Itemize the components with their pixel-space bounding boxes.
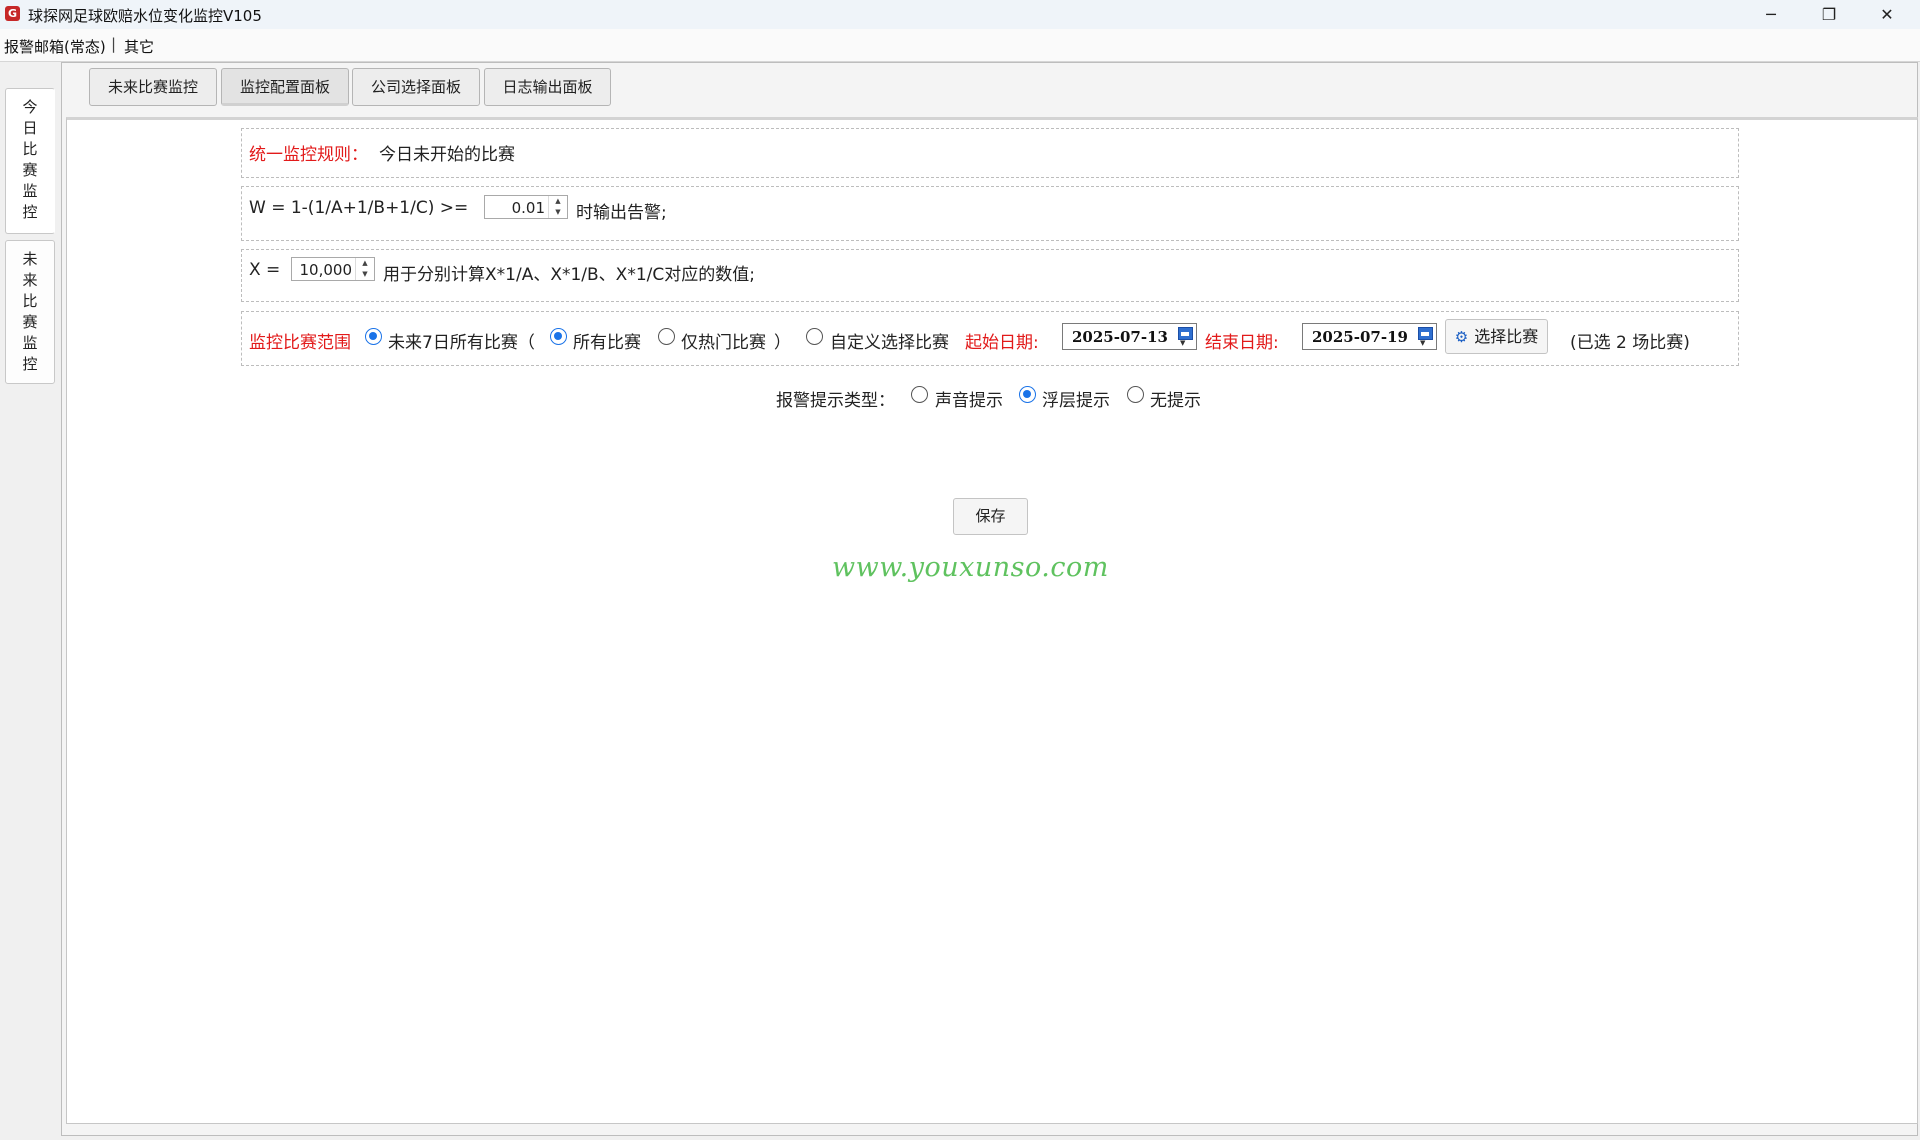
menu-separator: | (111, 35, 117, 53)
side-tab-char: 比 (22, 292, 38, 310)
spinner-arrows[interactable]: ▲ ▼ (548, 196, 567, 218)
side-tab-today-monitor[interactable]: 今 日 比 赛 监 控 (5, 88, 55, 234)
radio-future7[interactable] (365, 328, 382, 345)
radio-hot-matches[interactable] (658, 328, 675, 345)
selected-count: (已选 2 场比赛) (1570, 333, 1690, 353)
range-label: 监控比赛范围 (249, 333, 351, 353)
radio-alert-overlay-label[interactable]: 浮层提示 (1042, 386, 1110, 411)
range-close-paren: ） (774, 333, 791, 353)
w-threshold-spinner[interactable]: 0.01 ▲ ▼ (484, 195, 568, 219)
side-tab-char: 今 (22, 98, 38, 116)
spin-up-icon[interactable]: ▲ (549, 196, 567, 207)
tab-log-output[interactable]: 日志输出面板 (484, 68, 611, 106)
tab-monitor-config[interactable]: 监控配置面板 (221, 68, 349, 106)
watermark-text: www.youxunso.com (832, 552, 1109, 583)
menu-alarm-email[interactable]: 报警邮箱(常态) (4, 36, 106, 57)
x-amount-spinner[interactable]: 10,000 ▲ ▼ (291, 257, 375, 281)
w-threshold-value: 0.01 (511, 199, 545, 217)
tab-company-select[interactable]: 公司选择面板 (352, 68, 480, 106)
x-amount-value: 10,000 (299, 261, 353, 279)
x-formula-label: X = (249, 260, 281, 280)
w-formula-suffix: 时输出告警; (576, 203, 667, 223)
app-logo-icon: G (5, 6, 20, 21)
radio-all-matches[interactable] (550, 328, 567, 345)
radio-alert-sound-label[interactable]: 声音提示 (935, 386, 1003, 411)
side-tab-char: 监 (22, 334, 38, 352)
rule-value: 今日未开始的比赛 (379, 145, 515, 165)
end-date-picker[interactable]: 2025-07-19 ▼ (1302, 323, 1437, 350)
end-date-label: 结束日期: (1205, 333, 1279, 353)
radio-all-matches-label[interactable]: 所有比赛 (573, 328, 641, 353)
spinner-arrows[interactable]: ▲ ▼ (355, 258, 374, 280)
side-tab-char: 赛 (22, 161, 38, 179)
side-tab-char: 控 (22, 355, 38, 373)
select-matches-label: 选择比赛 (1474, 327, 1539, 346)
end-date-value: 2025-07-19 (1312, 328, 1408, 346)
spin-down-icon[interactable]: ▼ (549, 207, 567, 218)
radio-custom-matches-label[interactable]: 自定义选择比赛 (830, 328, 949, 353)
gear-icon: ⚙ (1454, 328, 1469, 346)
rule-label: 统一监控规则： (249, 145, 368, 165)
side-tab-char: 监 (22, 182, 38, 200)
calendar-icon[interactable]: ▼ (1415, 325, 1435, 348)
save-button[interactable]: 保存 (953, 498, 1028, 535)
side-tab-future-monitor[interactable]: 未 来 比 赛 监 控 (5, 240, 55, 384)
window-title: 球探网足球欧赔水位变化监控V105 (28, 7, 262, 25)
radio-alert-overlay[interactable] (1019, 386, 1036, 403)
side-tab-char: 比 (22, 140, 38, 158)
radio-custom-matches[interactable] (806, 328, 823, 345)
restore-button[interactable]: ❐ (1800, 0, 1858, 29)
minimize-button[interactable]: ─ (1742, 0, 1800, 29)
start-date-value: 2025-07-13 (1072, 328, 1168, 346)
radio-alert-sound[interactable] (911, 386, 928, 403)
alert-type-label: 报警提示类型： (776, 391, 895, 411)
start-date-picker[interactable]: 2025-07-13 ▼ (1062, 323, 1197, 350)
tab-future-monitor[interactable]: 未来比赛监控 (89, 68, 217, 106)
menu-bar: 报警邮箱(常态) | 其它 (0, 29, 1920, 62)
spin-down-icon[interactable]: ▼ (356, 269, 374, 280)
side-tab-char: 来 (22, 271, 38, 289)
close-button[interactable]: ✕ (1858, 0, 1916, 29)
w-formula-label: W = 1-(1/A+1/B+1/C) >= (249, 198, 469, 218)
start-date-label: 起始日期: (965, 333, 1039, 353)
radio-alert-none[interactable] (1127, 386, 1144, 403)
side-tab-char: 未 (22, 250, 38, 268)
radio-future7-label[interactable]: 未来7日所有比赛（ (388, 328, 535, 353)
side-tab-char: 控 (22, 203, 38, 221)
select-matches-button[interactable]: ⚙ 选择比赛 (1445, 319, 1548, 354)
menu-other[interactable]: 其它 (124, 36, 154, 57)
calendar-icon[interactable]: ▼ (1175, 325, 1195, 348)
radio-hot-matches-label[interactable]: 仅热门比赛 (681, 328, 766, 353)
side-tab-char: 赛 (22, 313, 38, 331)
side-tab-char: 日 (22, 119, 38, 137)
title-bar: G 球探网足球欧赔水位变化监控V105 ─ ❐ ✕ (0, 0, 1920, 29)
x-formula-suffix: 用于分别计算X*1/A、X*1/B、X*1/C对应的数值; (383, 265, 755, 285)
spin-up-icon[interactable]: ▲ (356, 258, 374, 269)
radio-alert-none-label[interactable]: 无提示 (1150, 386, 1201, 411)
